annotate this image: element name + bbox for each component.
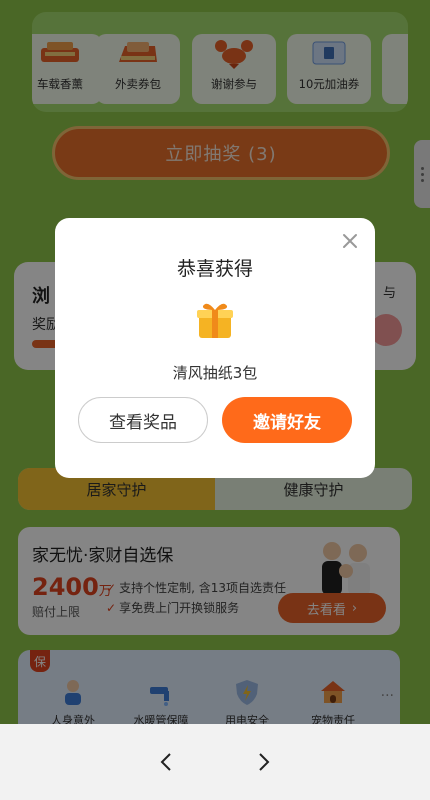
close-icon[interactable] — [339, 230, 361, 252]
view-prize-button[interactable]: 查看奖品 — [78, 397, 208, 443]
gift-box-icon — [193, 298, 237, 342]
prize-text: 清风抽纸3包 — [172, 364, 258, 382]
dialog-title: 恭喜获得 — [176, 258, 253, 280]
back-arrow-icon[interactable] — [152, 748, 180, 776]
forward-arrow-icon[interactable] — [250, 748, 278, 776]
invite-friends-button[interactable]: 邀请好友 — [222, 397, 352, 443]
browser-navbar — [0, 724, 430, 800]
prize-dialog: 恭喜获得 清风抽纸3包 查看奖品 邀请好友 — [55, 218, 375, 478]
